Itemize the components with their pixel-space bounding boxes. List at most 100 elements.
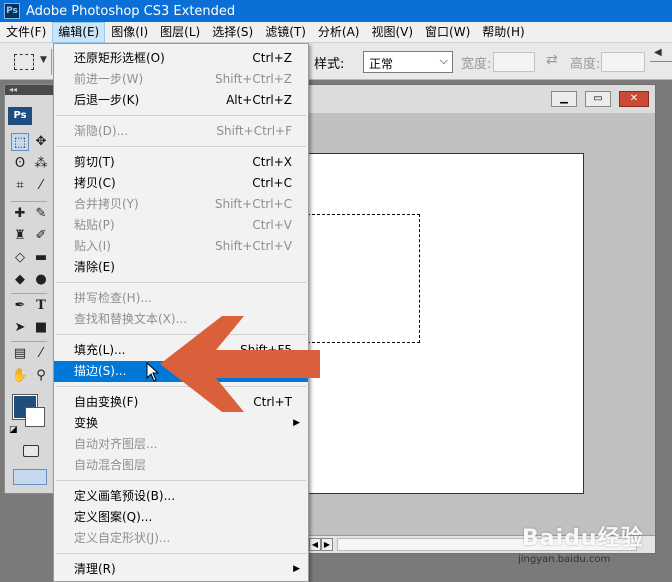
- healing-brush-tool-icon[interactable]: ✚: [11, 205, 29, 223]
- rectangular-marquee-icon[interactable]: [14, 54, 34, 70]
- gradient-tool-icon[interactable]: ▬: [32, 249, 50, 267]
- pointer-arrow-annotation: [160, 316, 320, 412]
- edit-menu-item-20[interactable]: 变换 ▶: [54, 413, 308, 434]
- edit-menu-item-label: 自动对齐图层...: [74, 437, 158, 451]
- menu-item-1[interactable]: 编辑(E): [52, 21, 106, 43]
- style-select[interactable]: 正常 ⌵: [363, 51, 453, 73]
- edit-menu-item-label: 拷贝(C): [74, 176, 116, 190]
- edit-menu-item-24[interactable]: 定义画笔预设(B)...: [54, 486, 308, 507]
- edit-menu-item-0[interactable]: 还原矩形选框(O) Ctrl+Z: [54, 48, 308, 69]
- edit-menu-item-10: 贴入(I) Shift+Ctrl+V: [54, 236, 308, 257]
- menu-item-9[interactable]: 帮助(H): [476, 22, 530, 43]
- blur-tool-icon[interactable]: ◆: [11, 271, 29, 289]
- history-brush-tool-icon[interactable]: ✐: [32, 227, 50, 245]
- shape-tool-icon[interactable]: ■: [32, 319, 50, 337]
- menu-item-0[interactable]: 文件(F): [0, 22, 52, 43]
- dodge-tool-icon[interactable]: ●: [32, 271, 50, 289]
- menu-item-2[interactable]: 图像(I): [105, 22, 154, 43]
- menu-item-3[interactable]: 图层(L): [154, 22, 206, 43]
- marquee-tool-icon[interactable]: ⬚: [11, 133, 29, 151]
- submenu-arrow-icon: ▶: [293, 564, 300, 574]
- mouse-cursor-icon: [146, 362, 160, 382]
- width-label: 宽度:: [461, 57, 492, 72]
- edit-menu-item-label: 变换: [74, 416, 99, 430]
- edit-menu-item-25[interactable]: 定义图案(Q)...: [54, 507, 308, 528]
- edit-menu-item-6[interactable]: 剪切(T) Ctrl+X: [54, 152, 308, 173]
- scroll-left-icon[interactable]: ◀: [309, 538, 321, 551]
- style-select-value: 正常: [369, 57, 394, 71]
- menu-item-7[interactable]: 视图(V): [365, 22, 419, 43]
- menu-separator: [56, 480, 306, 481]
- minimize-icon[interactable]: ▁: [551, 91, 577, 107]
- edit-menu-item-label: 清除(E): [74, 260, 115, 274]
- style-label: 样式:: [314, 57, 345, 72]
- chevron-down-icon: ⌵: [439, 54, 448, 67]
- hand-tool-icon[interactable]: ✋: [11, 367, 29, 385]
- photoshop-logo-icon: Ps: [4, 3, 20, 19]
- edit-menu-item-label: 定义图案(Q)...: [74, 510, 153, 524]
- edit-menu-item-4: 渐隐(D)... Shift+Ctrl+F: [54, 121, 308, 142]
- watermark-name: Baidu经验: [522, 526, 644, 551]
- brush-tool-icon[interactable]: ✎: [32, 205, 50, 223]
- edit-menu-item-shortcut: Ctrl+V: [252, 218, 292, 232]
- edit-menu-item-label: 定义画笔预设(B)...: [74, 489, 176, 503]
- close-icon[interactable]: ✕: [619, 91, 649, 107]
- magic-wand-tool-icon[interactable]: ⁂: [32, 155, 50, 173]
- edit-menu-item-21: 自动对齐图层...: [54, 434, 308, 455]
- edit-menu-item-label: 合并拷贝(Y): [74, 197, 139, 211]
- edit-menu-item-shortcut: Ctrl+C: [252, 176, 292, 190]
- scroll-right-icon[interactable]: ▶: [321, 538, 333, 551]
- edit-menu-item-28[interactable]: 清理(R) ▶: [54, 559, 308, 580]
- move-tool-icon[interactable]: ✥: [32, 133, 50, 151]
- menu-item-4[interactable]: 选择(S): [206, 22, 259, 43]
- menu-item-6[interactable]: 分析(A): [312, 22, 366, 43]
- edit-menu-item-label: 自由变换(F): [74, 395, 139, 409]
- options-separator: [51, 49, 52, 75]
- lasso-tool-icon[interactable]: ʘ: [11, 155, 29, 173]
- options-edge-line: [650, 61, 672, 62]
- toolbox-panel: ◂◂ Ps ⬚ ✥ ʘ ⁂ ⌗ ⁄ ✚ ✎ ♜ ✐ ◇ ▬ ◆ ● ✒ T ➤ …: [4, 84, 54, 494]
- edit-menu-item-shortcut: Shift+Ctrl+C: [214, 197, 292, 211]
- toolbox-collapse-icon[interactable]: ◂◂: [5, 85, 53, 95]
- menu-bar: 文件(F) 编辑(E) 图像(I) 图层(L) 选择(S) 滤镜(T) 分析(A) 视图(V)…: [0, 21, 672, 43]
- watermark-url: jingyan.baidu.com: [518, 554, 611, 565]
- edit-menu-item-8: 合并拷贝(Y) Shift+Ctrl+C: [54, 194, 308, 215]
- default-colors-icon[interactable]: ◪: [9, 425, 18, 435]
- eyedropper-icon[interactable]: ⁄: [32, 345, 50, 363]
- edit-menu-item-label: 还原矩形选框(O): [74, 51, 165, 65]
- type-tool-icon[interactable]: T: [32, 297, 50, 315]
- edit-menu-item-label: 粘贴(P): [74, 218, 115, 232]
- edit-menu-item-label: 定义自定形状(J)...: [74, 531, 171, 545]
- edit-menu-item-label: 清理(R): [74, 562, 116, 576]
- menu-item-5[interactable]: 滤镜(T): [259, 22, 312, 43]
- edit-menu-item-label: 贴入(I): [74, 239, 111, 253]
- crop-tool-icon[interactable]: ⌗: [11, 177, 29, 195]
- edit-menu-item-7[interactable]: 拷贝(C) Ctrl+C: [54, 173, 308, 194]
- swap-icon[interactable]: ⇄: [546, 52, 558, 68]
- edit-menu-item-11[interactable]: 清除(E): [54, 257, 308, 278]
- edit-menu-dropdown: 还原矩形选框(O) Ctrl+Z 前进一步(W) Shift+Ctrl+Z 后退一步(K…: [53, 43, 309, 582]
- height-label: 高度:: [570, 57, 601, 72]
- clone-stamp-tool-icon[interactable]: ♜: [11, 227, 29, 245]
- marquee-selection: [307, 214, 420, 343]
- tool-preset-caret-icon[interactable]: ▼: [40, 55, 47, 65]
- pen-tool-icon[interactable]: ✒: [11, 297, 29, 315]
- path-selection-tool-icon[interactable]: ➤: [11, 319, 29, 337]
- maximize-icon[interactable]: ▭: [585, 91, 611, 107]
- quick-mask-icon[interactable]: [23, 445, 39, 457]
- submenu-arrow-icon: ▶: [293, 418, 300, 428]
- tool-separator: [11, 201, 47, 202]
- background-color-swatch[interactable]: [25, 407, 45, 427]
- toolbox-header: Ps: [8, 107, 32, 125]
- width-input[interactable]: [493, 52, 535, 72]
- notes-tool-icon[interactable]: ▤: [11, 345, 29, 363]
- eyedropper-tool-icon[interactable]: ⁄: [32, 177, 50, 195]
- menu-item-8[interactable]: 窗口(W): [419, 22, 476, 43]
- height-input[interactable]: [601, 52, 645, 72]
- panel-expand-icon[interactable]: ◀: [654, 47, 662, 58]
- screen-mode-icon[interactable]: [13, 469, 47, 485]
- eraser-tool-icon[interactable]: ◇: [11, 249, 29, 267]
- zoom-tool-icon[interactable]: ⚲: [32, 367, 50, 385]
- edit-menu-item-2[interactable]: 后退一步(K) Alt+Ctrl+Z: [54, 90, 308, 111]
- edit-menu-item-shortcut: Ctrl+Z: [252, 51, 292, 65]
